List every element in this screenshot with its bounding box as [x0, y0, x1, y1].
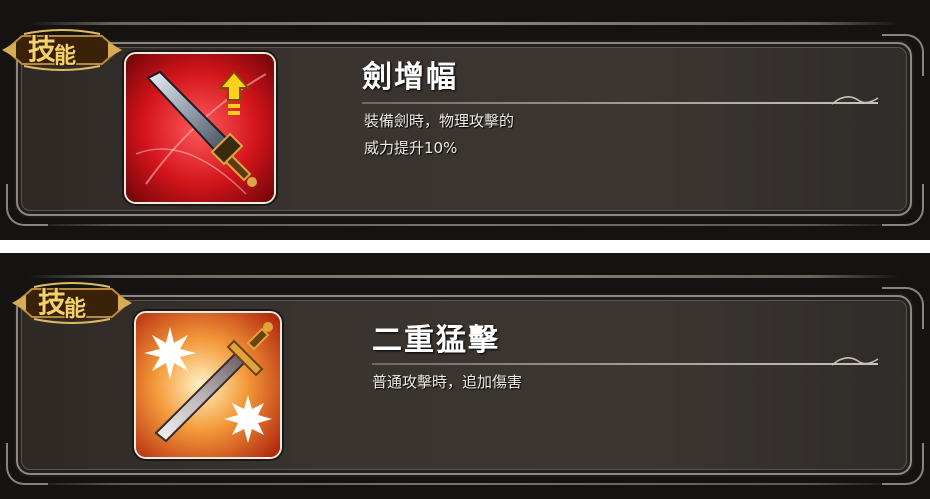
divider: [372, 363, 878, 365]
frame-corner-ornament: [6, 184, 48, 226]
frame-corner-ornament: [882, 34, 924, 76]
flourish-icon: [831, 357, 879, 366]
frame-corner-ornament: [882, 184, 924, 226]
divider: [362, 102, 878, 104]
skill-card-1: 技能 劍增幅 裝備劍時，物理攻擊的 威力提升10%: [0, 0, 930, 240]
skill-description: 普通攻擊時，追加傷害: [372, 373, 523, 391]
sword-boost-icon: [126, 54, 274, 202]
double-strike-icon: [136, 313, 280, 457]
skill-card-2: 技能 二重猛擊 普通攻擊時，追加傷害: [0, 253, 930, 499]
flourish-icon: [831, 96, 879, 105]
skill-badge: 技能: [2, 26, 122, 74]
frame-corner-ornament: [882, 443, 924, 485]
skill-name: 劍增幅: [362, 60, 458, 95]
skill-icon: [134, 311, 282, 459]
badge-label: 技能: [28, 33, 76, 69]
frame-corner-ornament: [882, 287, 924, 329]
frame-corner-ornament: [6, 443, 48, 485]
skill-description: 裝備劍時，物理攻擊的 威力提升10%: [364, 112, 515, 157]
badge-label: 技能: [38, 286, 86, 322]
separator: [0, 240, 930, 253]
skill-badge: 技能: [12, 279, 132, 327]
skill-name: 二重猛擊: [372, 323, 500, 358]
skill-icon: [124, 52, 276, 204]
